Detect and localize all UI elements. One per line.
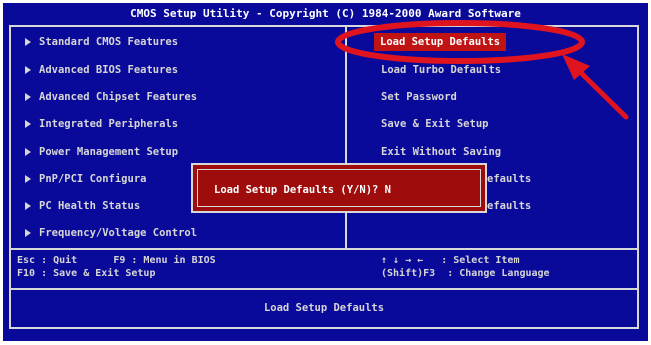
arrow-right-icon (25, 93, 31, 101)
menu-item-frequency-voltage[interactable]: Frequency/Voltage Control (25, 224, 197, 242)
arrow-right-icon (25, 202, 31, 210)
arrow-right-icon (25, 148, 31, 156)
status-line: Load Setup Defaults (263, 302, 385, 314)
menu-item-defaults-partial-2[interactable]: efaults (487, 197, 531, 215)
menu-item-integrated-peripherals[interactable]: Integrated Peripherals (25, 115, 178, 133)
column-divider (345, 27, 347, 249)
arrow-right-icon (25, 120, 31, 128)
menu-item-power-management[interactable]: Power Management Setup (25, 143, 178, 161)
help-keys-right-2: (Shift)F3 : Change Language (381, 268, 550, 279)
menu-item-set-password[interactable]: Set Password (381, 88, 457, 106)
arrow-right-icon (25, 229, 31, 237)
menu-item-save-exit[interactable]: Save & Exit Setup (381, 115, 488, 133)
menu-item-exit-without-saving[interactable]: Exit Without Saving (381, 143, 501, 161)
menu-item-advanced-bios[interactable]: Advanced BIOS Features (25, 61, 178, 79)
menu-item-load-turbo-defaults[interactable]: Load Turbo Defaults (381, 61, 501, 79)
help-keys-right-1: ↑ ↓ → ← : Select Item (381, 255, 520, 266)
dialog-border: Load Setup Defaults (Y/N)? N (197, 169, 481, 207)
menu-item-pnp-pci[interactable]: PnP/PCI Configura (25, 170, 146, 188)
help-keys-left-1: Esc : Quit F9 : Menu in BIOS (17, 255, 216, 266)
bios-screen: CMOS Setup Utility - Copyright (C) 1984-… (3, 3, 648, 341)
menu-item-advanced-chipset[interactable]: Advanced Chipset Features (25, 88, 197, 106)
dialog-prompt[interactable]: Load Setup Defaults (Y/N)? N (214, 170, 391, 210)
arrow-right-icon (25, 66, 31, 74)
help-keys-left-2: F10 : Save & Exit Setup (17, 268, 156, 279)
arrow-right-icon (25, 38, 31, 46)
menu-item-defaults-partial-1[interactable]: efaults (487, 170, 531, 188)
confirm-dialog[interactable]: Load Setup Defaults (Y/N)? N (191, 163, 487, 213)
menu-item-standard-cmos[interactable]: Standard CMOS Features (25, 33, 178, 51)
menu-help-divider (11, 248, 637, 250)
menu-item-load-setup-defaults[interactable]: Load Setup Defaults (374, 33, 507, 51)
window-title: CMOS Setup Utility - Copyright (C) 1984-… (3, 3, 648, 24)
arrow-right-icon (25, 175, 31, 183)
menu-item-pc-health[interactable]: PC Health Status (25, 197, 140, 215)
